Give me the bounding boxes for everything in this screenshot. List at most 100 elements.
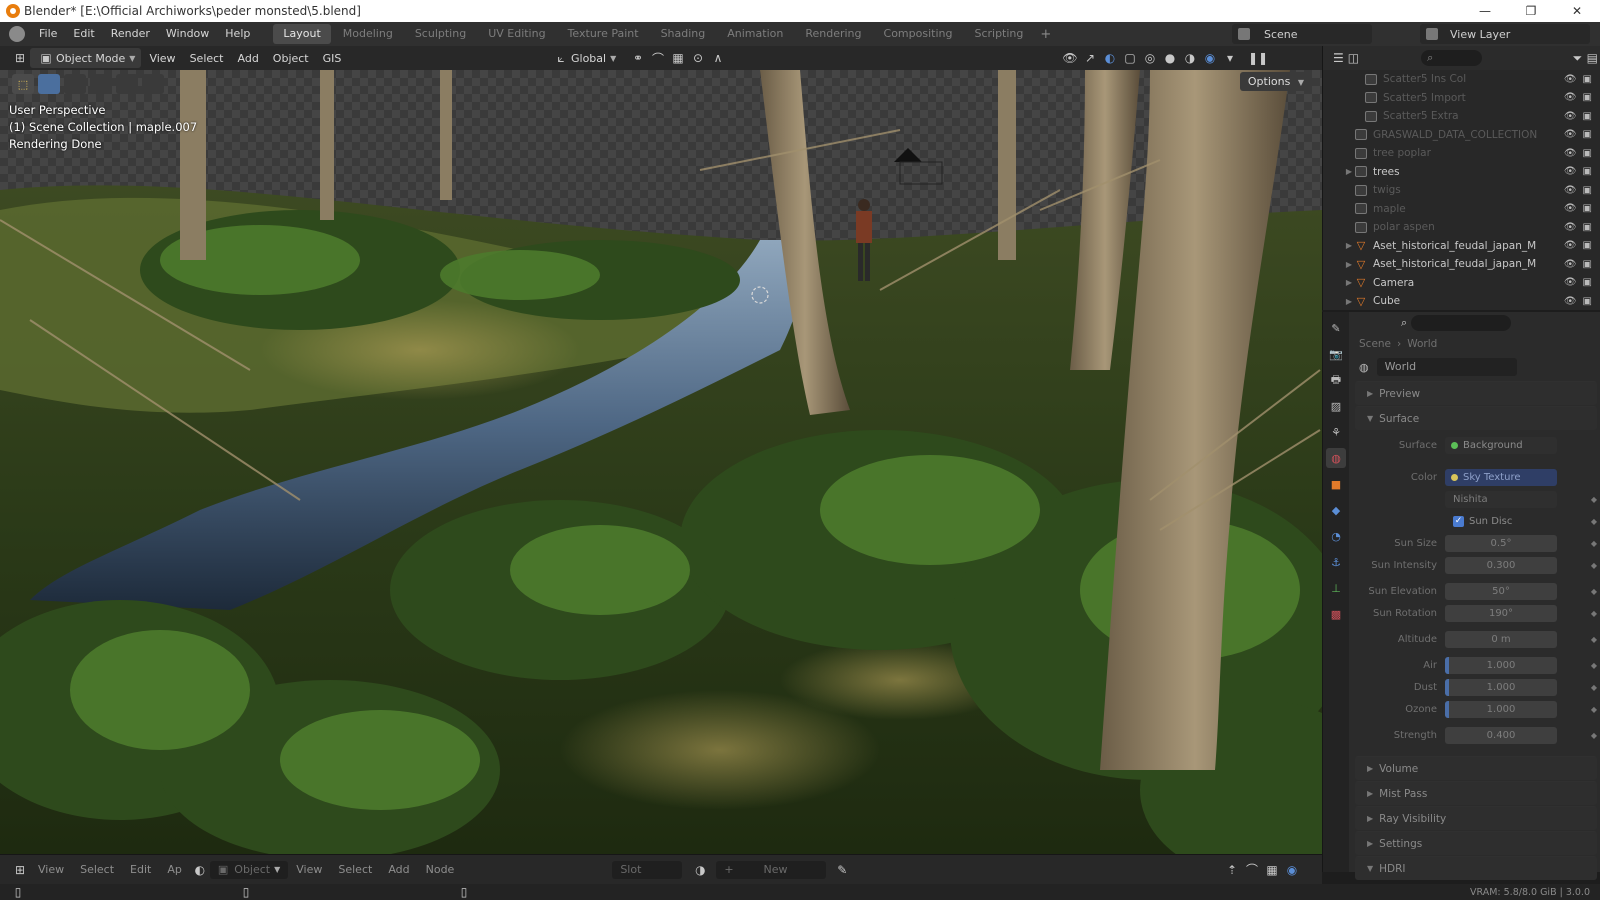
eye-icon[interactable]: 👁 bbox=[1564, 129, 1577, 140]
world-name-field[interactable]: World bbox=[1376, 358, 1517, 376]
eye-icon[interactable]: 👁 bbox=[1564, 111, 1577, 122]
modifier-tab-icon[interactable]: ◆ bbox=[1326, 500, 1346, 520]
new-collection-icon[interactable]: ▤ bbox=[1587, 50, 1598, 66]
overlay-icon[interactable]: ◐ bbox=[1102, 50, 1118, 66]
outliner-search-input[interactable]: ⌕ bbox=[1421, 50, 1483, 66]
world-selector[interactable]: ◍ World bbox=[1351, 354, 1600, 380]
panel-preview[interactable]: ▶ Preview bbox=[1355, 381, 1597, 405]
3d-viewport[interactable]: ⬚ User Perspective (1) Scene Collection … bbox=[0, 70, 1322, 854]
camera-icon[interactable]: ▣ bbox=[1583, 240, 1592, 251]
tab-shading[interactable]: Shading bbox=[651, 24, 716, 44]
keyframe-dot-icon[interactable]: ◆ bbox=[1591, 561, 1597, 570]
keyframe-dot-icon[interactable]: ◆ bbox=[1591, 587, 1597, 596]
snap-grid-icon[interactable]: ▦ bbox=[670, 50, 686, 66]
color-input-field[interactable]: Sky Texture bbox=[1445, 468, 1557, 486]
tab-scripting[interactable]: Scripting bbox=[964, 24, 1033, 44]
menu-render[interactable]: Render bbox=[103, 22, 158, 46]
expand-arrow-icon[interactable]: ▶ bbox=[1343, 167, 1355, 176]
menu-select[interactable]: Select bbox=[184, 48, 230, 68]
filter-icon[interactable]: ⏷ bbox=[1572, 50, 1583, 66]
expand-arrow-icon[interactable]: ▶ bbox=[1343, 297, 1355, 306]
overlay-icon[interactable]: ◉ bbox=[1284, 862, 1300, 878]
keyframe-dot-icon[interactable]: ◆ bbox=[1591, 705, 1597, 714]
keyframe-dot-icon[interactable]: ◆ bbox=[1591, 661, 1597, 670]
menu-file[interactable]: File bbox=[31, 22, 65, 46]
camera-icon[interactable]: ▣ bbox=[1583, 296, 1592, 307]
rendered-shading-icon[interactable]: ◉ bbox=[1202, 50, 1218, 66]
outliner-row[interactable]: GRASWALD_DATA_COLLECTION 👁 ▣ bbox=[1323, 126, 1600, 145]
solid-shading-icon[interactable]: ● bbox=[1162, 50, 1178, 66]
panel-collapsed[interactable]: ▼ HDRI bbox=[1355, 856, 1597, 880]
object-mode-dropdown[interactable]: ▣ Object Mode ▼ bbox=[30, 48, 142, 68]
add-workspace-button[interactable]: + bbox=[1034, 27, 1057, 42]
slot-dropdown[interactable]: Slot bbox=[612, 860, 683, 879]
properties-search[interactable]: ⌕ bbox=[1351, 312, 1600, 334]
node-menu-node[interactable]: Node bbox=[418, 863, 463, 876]
texture-tab-icon[interactable]: ▩ bbox=[1326, 604, 1346, 624]
camera-icon[interactable]: ▣ bbox=[1583, 222, 1592, 233]
outliner-row[interactable]: tree poplar 👁 ▣ bbox=[1323, 144, 1600, 163]
panel-collapsed[interactable]: ▶ Ray Visibility bbox=[1355, 806, 1597, 830]
select-intersect-icon[interactable] bbox=[142, 74, 164, 94]
sky-field-value[interactable]: 1.000 bbox=[1445, 678, 1557, 696]
bottom-menu-ap[interactable]: Ap bbox=[159, 863, 190, 876]
material-icon[interactable]: ◑ bbox=[692, 862, 708, 878]
outliner-row[interactable]: Scatter5 Extra 👁 ▣ bbox=[1323, 107, 1600, 126]
pin-icon[interactable]: ✎ bbox=[834, 862, 850, 878]
transform-orientation-dropdown[interactable]: ⟀ Global ▼ bbox=[545, 48, 622, 68]
keyframe-dot-icon[interactable]: ◆ bbox=[1591, 683, 1597, 692]
menu-gis[interactable]: GIS bbox=[317, 48, 348, 68]
eye-icon[interactable]: 👁 bbox=[1564, 277, 1577, 288]
gizmo-icon[interactable]: ↗ bbox=[1082, 50, 1098, 66]
sky-field-value[interactable]: 1.000 bbox=[1445, 656, 1557, 674]
sky-field-value[interactable]: 0.400 bbox=[1445, 726, 1557, 744]
parent-node-tree-icon[interactable]: ⇡ bbox=[1224, 862, 1240, 878]
surface-shader-field[interactable]: Background bbox=[1445, 436, 1557, 454]
outliner-row[interactable]: ▶ ▽ Aset_historical_feudal_japan_M 👁 ▣ bbox=[1323, 237, 1600, 256]
eye-icon[interactable]: 👁 bbox=[1564, 166, 1577, 177]
wireframe-shading-icon[interactable]: ◎ bbox=[1142, 50, 1158, 66]
material-shading-icon[interactable]: ◑ bbox=[1182, 50, 1198, 66]
menu-edit[interactable]: Edit bbox=[65, 22, 102, 46]
pause-render-icon[interactable]: ❚❚ bbox=[1248, 50, 1268, 66]
sky-field-value[interactable]: 1.000 bbox=[1445, 700, 1557, 718]
outliner-row[interactable]: Scatter5 Ins Col 👁 ▣ bbox=[1323, 70, 1600, 89]
properties-search-input[interactable] bbox=[1411, 315, 1512, 331]
select-subtract-icon[interactable] bbox=[90, 74, 112, 94]
camera-icon[interactable]: ▣ bbox=[1583, 277, 1592, 288]
menu-add[interactable]: Add bbox=[232, 48, 265, 68]
node-menu-select[interactable]: Select bbox=[330, 863, 380, 876]
sky-field-value[interactable]: 0.300 bbox=[1445, 556, 1557, 574]
node-menu-add[interactable]: Add bbox=[380, 863, 417, 876]
expand-arrow-icon[interactable]: ▶ bbox=[1343, 278, 1355, 287]
maximize-button[interactable]: ❐ bbox=[1508, 0, 1554, 22]
select-tool-icon[interactable]: ⬚ bbox=[12, 74, 34, 94]
view-layer-tab-icon[interactable]: ▨ bbox=[1326, 396, 1346, 416]
panel-collapsed[interactable]: ▶ Settings bbox=[1355, 831, 1597, 855]
scene-tab-icon[interactable]: ⚘ bbox=[1326, 422, 1346, 442]
bottom-menu-view[interactable]: View bbox=[30, 863, 72, 876]
proportional-edit-icon[interactable]: ⊙ bbox=[690, 50, 706, 66]
minimize-button[interactable]: — bbox=[1462, 0, 1508, 22]
tab-animation[interactable]: Animation bbox=[717, 24, 793, 44]
expand-arrow-icon[interactable]: ▶ bbox=[1343, 241, 1355, 250]
outliner-row[interactable]: ▶ ▽ Camera 👁 ▣ bbox=[1323, 274, 1600, 293]
menu-help[interactable]: Help bbox=[217, 22, 258, 46]
bottom-menu-edit[interactable]: Edit bbox=[122, 863, 159, 876]
menu-view[interactable]: View bbox=[143, 48, 181, 68]
outliner-row[interactable]: ▶ trees 👁 ▣ bbox=[1323, 163, 1600, 182]
physics-tab-icon[interactable]: ◔ bbox=[1326, 526, 1346, 546]
keyframe-dot-icon[interactable]: ◆ bbox=[1591, 517, 1597, 526]
options-button[interactable]: Options ▼ bbox=[1239, 72, 1312, 91]
camera-icon[interactable]: ▣ bbox=[1583, 129, 1592, 140]
eye-icon[interactable]: 👁 bbox=[1564, 74, 1577, 85]
panel-surface[interactable]: ▼ Surface bbox=[1355, 406, 1597, 430]
outliner-row[interactable]: ▶ ▽ Cube 👁 ▣ bbox=[1323, 292, 1600, 311]
outliner-row[interactable]: Scatter5 Import 👁 ▣ bbox=[1323, 89, 1600, 108]
eye-icon[interactable]: 👁 bbox=[1564, 259, 1577, 270]
sky-field-value[interactable]: 190° bbox=[1445, 604, 1557, 622]
falloff-icon[interactable]: ∧ bbox=[710, 50, 726, 66]
panel-collapsed[interactable]: ▶ Mist Pass bbox=[1355, 781, 1597, 805]
outliner-row[interactable]: maple 👁 ▣ bbox=[1323, 200, 1600, 219]
snap-icon[interactable]: ⌒ bbox=[650, 50, 666, 66]
